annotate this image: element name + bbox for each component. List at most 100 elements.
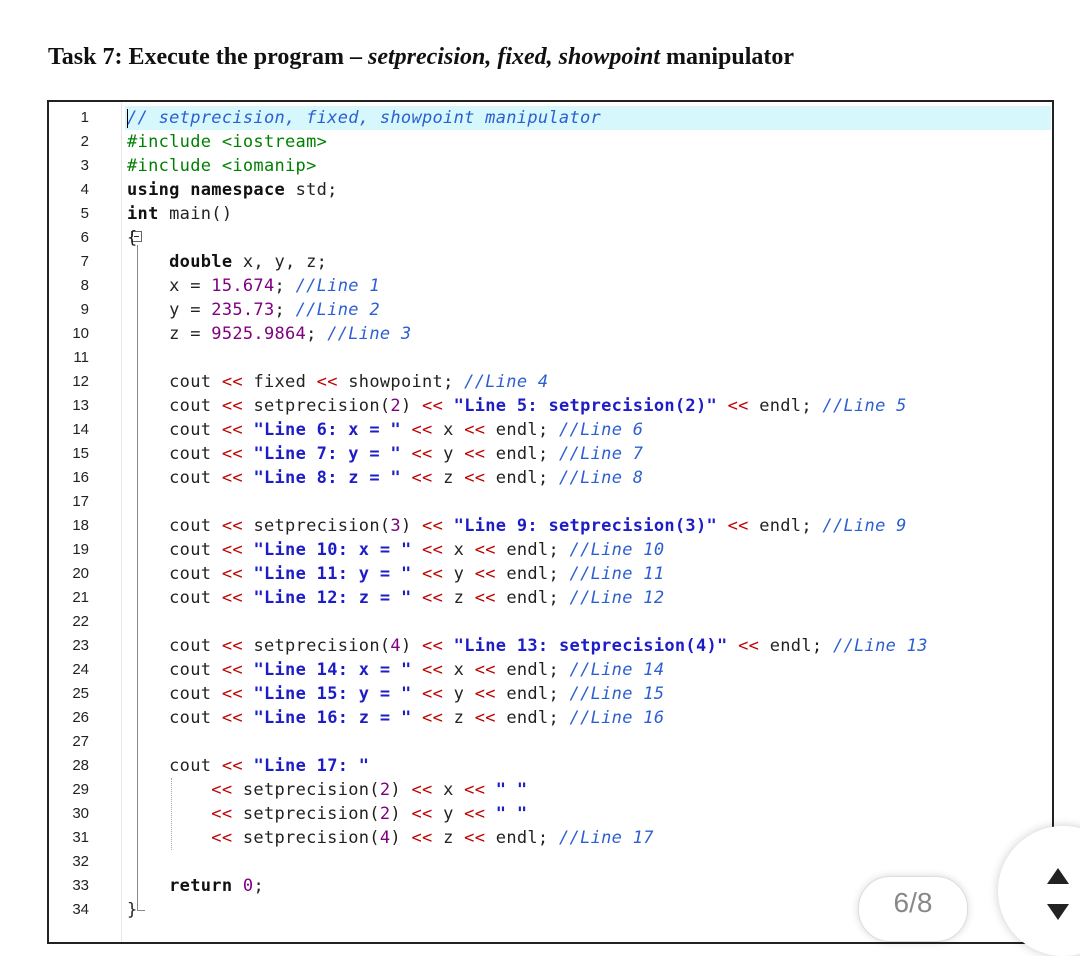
code-line: 1 // setprecision, fixed, showpoint manip… (49, 106, 1052, 130)
code-line: 14 cout << "Line 6: x = " << x << endl; … (49, 418, 1052, 442)
code-text: #include <iomanip> (127, 154, 317, 178)
code-token: setprecision( (242, 636, 391, 656)
code-token: << (221, 540, 243, 560)
code-token: "Line 10: x = " (253, 540, 412, 560)
code-line: 20 cout << "Line 11: y = " << y << endl;… (49, 562, 1052, 586)
code-token: << (464, 420, 486, 440)
code-line: 22 (49, 610, 1052, 634)
code-text: x = 15.674; //Line 1 (127, 274, 380, 298)
page-down-arrow-icon[interactable] (1047, 904, 1069, 920)
code-token: 9525.9864 (211, 324, 307, 344)
code-token: "Line 15: y = " (253, 684, 412, 704)
line-number: 18 (72, 517, 89, 534)
code-token: showpoint; (337, 372, 465, 392)
line-number: 22 (72, 613, 89, 630)
page-up-arrow-icon[interactable] (1047, 868, 1069, 884)
code-token: 4 (390, 636, 401, 656)
code-token: cout (127, 516, 222, 536)
code-token: << (474, 684, 496, 704)
code-token: << (422, 708, 444, 728)
code-token: cout (127, 372, 222, 392)
code-token: "Line 9: setprecision(3)" (453, 516, 718, 536)
line-number: 14 (72, 421, 89, 438)
code-text: double x, y, z; (127, 250, 327, 274)
code-line: 3 #include <iomanip> (49, 154, 1052, 178)
code-token: //Line 15 (569, 684, 665, 704)
code-token: z (432, 828, 465, 848)
code-token: << (211, 780, 233, 800)
code-token: << (411, 828, 433, 848)
line-number: 34 (72, 901, 89, 918)
code-token: << (411, 468, 433, 488)
code-token: //Line 10 (569, 540, 665, 560)
line-number: 33 (72, 877, 89, 894)
code-editor[interactable]: 1 // setprecision, fixed, showpoint manip… (47, 100, 1054, 944)
line-number: 23 (72, 637, 89, 654)
code-line: 13 cout << setprecision(2) << "Line 5: s… (49, 394, 1052, 418)
code-token: //Line 3 (327, 324, 412, 344)
code-token: //Line 9 (822, 516, 907, 536)
code-line: 10 z = 9525.9864; //Line 3 (49, 322, 1052, 346)
code-token: endl; (485, 420, 560, 440)
code-token: << (474, 564, 496, 584)
code-token: setprecision( (242, 516, 391, 536)
code-token: y (432, 444, 465, 464)
code-token: << (727, 516, 749, 536)
code-token: endl; (485, 468, 560, 488)
code-token: { (127, 228, 138, 248)
code-line: 23 cout << setprecision(4) << "Line 13: … (49, 634, 1052, 658)
code-text: cout << setprecision(3) << "Line 9: setp… (127, 514, 907, 538)
code-token: endl; (495, 660, 570, 680)
code-token: cout (127, 444, 222, 464)
code-text: cout << setprecision(4) << "Line 13: set… (127, 634, 928, 658)
code-token: std; (285, 180, 338, 200)
code-line: 9 y = 235.73; //Line 2 (49, 298, 1052, 322)
task-title-prefix: Task 7: Execute the program – (48, 44, 368, 70)
code-token: y = (127, 300, 212, 320)
line-number: 9 (80, 301, 89, 318)
code-text: cout << "Line 7: y = " << y << endl; //L… (127, 442, 643, 466)
code-line: 6{ (49, 226, 1052, 250)
code-token: << (221, 684, 243, 704)
code-token: ) (390, 804, 412, 824)
code-line: 15 cout << "Line 7: y = " << y << endl; … (49, 442, 1052, 466)
code-token: << (411, 444, 433, 464)
code-line: 5 int main() (49, 202, 1052, 226)
code-token: } (127, 900, 138, 920)
code-token: ; (274, 276, 296, 296)
code-token: << (474, 660, 496, 680)
code-token: << (464, 804, 486, 824)
code-text: z = 9525.9864; //Line 3 (127, 322, 411, 346)
code-token: 15.674 (211, 276, 275, 296)
code-token: 3 (390, 516, 401, 536)
code-token: //Line 7 (559, 444, 644, 464)
code-text: cout << fixed << showpoint; //Line 4 (127, 370, 548, 394)
code-text: return 0; (127, 874, 264, 898)
line-number: 2 (80, 133, 89, 150)
code-token: endl; (495, 540, 570, 560)
line-number: 15 (72, 445, 89, 462)
code-token: return (169, 876, 233, 896)
code-token: << (464, 468, 486, 488)
line-number: 1 (80, 109, 89, 126)
code-token: endl; (748, 396, 823, 416)
code-token: x (443, 540, 475, 560)
code-token: z = (127, 324, 212, 344)
code-token: using namespace (127, 180, 286, 200)
code-token: //Line 11 (569, 564, 665, 584)
code-text: } (127, 898, 138, 922)
line-number: 24 (72, 661, 89, 678)
code-text: cout << "Line 10: x = " << x << endl; //… (127, 538, 664, 562)
code-token: x (443, 660, 475, 680)
code-token: // setprecision, fixed, showpoint manipu… (127, 108, 602, 128)
code-token: << (474, 588, 496, 608)
code-token: setprecision( (232, 804, 380, 824)
